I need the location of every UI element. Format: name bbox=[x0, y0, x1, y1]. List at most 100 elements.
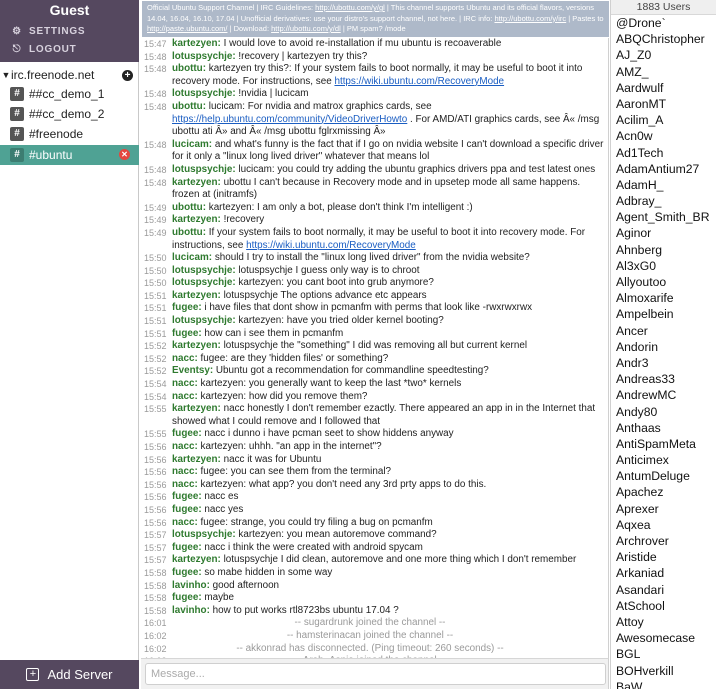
message-nick[interactable]: nacc: bbox=[172, 353, 198, 364]
user-item[interactable]: Acilim_A bbox=[611, 112, 716, 128]
message-nick[interactable]: nacc: bbox=[172, 517, 198, 528]
user-item[interactable]: AJ_Z0 bbox=[611, 47, 716, 63]
user-item[interactable]: AMZ_ bbox=[611, 64, 716, 80]
message-nick[interactable]: lucicam: bbox=[172, 252, 212, 263]
user-list[interactable]: 1883 Users @Drone` ABQChristopher AJ_Z0 AMZ… bbox=[610, 0, 716, 689]
user-item[interactable]: Anticimex bbox=[611, 452, 716, 468]
message-nick[interactable]: nacc: bbox=[172, 391, 198, 402]
message-nick[interactable]: lotuspsychje: bbox=[172, 51, 236, 62]
message-nick[interactable]: kartezyen: bbox=[172, 290, 221, 301]
user-item[interactable]: Archrover bbox=[611, 533, 716, 549]
user-item[interactable]: Almoxarife bbox=[611, 290, 716, 306]
message-input[interactable] bbox=[145, 663, 606, 685]
message-nick[interactable]: fugee: bbox=[172, 428, 202, 439]
message-nick[interactable]: lotuspsychje: bbox=[172, 164, 236, 175]
user-item[interactable]: AdamAntium27 bbox=[611, 161, 716, 177]
user-item[interactable]: Al3xG0 bbox=[611, 258, 716, 274]
user-item[interactable]: Andreas33 bbox=[611, 371, 716, 387]
message-nick[interactable]: fugee: bbox=[172, 302, 202, 313]
message-nick[interactable]: fugee: bbox=[172, 542, 202, 553]
add-server-button[interactable]: + Add Server bbox=[0, 660, 139, 689]
channel-item[interactable]: # #freenode bbox=[0, 124, 139, 144]
message-nick[interactable]: fugee: bbox=[172, 567, 202, 578]
message-nick[interactable]: lucicam: bbox=[172, 139, 212, 150]
message-nick[interactable]: lotuspsychje: bbox=[172, 277, 236, 288]
topic-link[interactable]: http://ubottu.com/y/irc bbox=[494, 14, 566, 23]
message-nick[interactable]: fugee: bbox=[172, 592, 202, 603]
message-nick[interactable]: kartezyen: bbox=[172, 177, 221, 188]
message-nick[interactable]: kartezyen: bbox=[172, 214, 221, 225]
message-nick[interactable]: kartezyen: bbox=[172, 554, 221, 565]
settings-button[interactable]: ⚙ SETTINGS bbox=[11, 26, 85, 37]
topic-link[interactable]: http://paste.ubuntu.com/ bbox=[147, 24, 227, 33]
user-item[interactable]: Aginor bbox=[611, 225, 716, 241]
user-item[interactable]: AntumDeluge bbox=[611, 468, 716, 484]
message-nick[interactable]: kartezyen: bbox=[172, 38, 221, 49]
channel-item[interactable]: # ##cc_demo_2 bbox=[0, 104, 139, 124]
topic-link[interactable]: http://ubottu.com/y/dl bbox=[271, 24, 341, 33]
user-item[interactable]: BOHverkill bbox=[611, 663, 716, 679]
user-item[interactable]: Apachez bbox=[611, 484, 716, 500]
user-item[interactable]: AaronMT bbox=[611, 96, 716, 112]
logout-button[interactable]: ⎋ LOGOUT bbox=[11, 44, 77, 55]
user-item[interactable]: Ad1Tech bbox=[611, 145, 716, 161]
message-nick[interactable]: ubottu: bbox=[172, 101, 206, 112]
message-nick[interactable]: lotuspsychje: bbox=[172, 315, 236, 326]
add-channel-icon[interactable]: + bbox=[122, 69, 133, 81]
message-link[interactable]: https://wiki.ubuntu.com/RecoveryMode bbox=[334, 76, 504, 87]
user-item[interactable]: Awesomecase bbox=[611, 630, 716, 646]
channel-item-active[interactable]: # #ubuntu ✕ bbox=[0, 145, 139, 165]
message-list[interactable]: 15:47 kartezyen: I would love to avoid re… bbox=[141, 38, 609, 658]
user-item[interactable]: Arkaniad bbox=[611, 565, 716, 581]
user-item[interactable]: Aardwulf bbox=[611, 80, 716, 96]
message-nick[interactable]: lavinho: bbox=[172, 580, 210, 591]
message-nick[interactable]: lotuspsychje: bbox=[172, 265, 236, 276]
user-item[interactable]: BGL bbox=[611, 646, 716, 662]
user-item[interactable]: Ampelbein bbox=[611, 306, 716, 322]
user-item[interactable]: ABQChristopher bbox=[611, 31, 716, 47]
user-item[interactable]: AntiSpamMeta bbox=[611, 436, 716, 452]
message-nick[interactable]: nacc: bbox=[172, 466, 198, 477]
message-nick[interactable]: fugee: bbox=[172, 491, 202, 502]
message-nick[interactable]: nacc: bbox=[172, 441, 198, 452]
user-item[interactable]: BaW bbox=[611, 679, 716, 689]
message-nick[interactable]: fugee: bbox=[172, 504, 202, 515]
user-item[interactable]: AndrewMC bbox=[611, 387, 716, 403]
message-nick[interactable]: ubottu: bbox=[172, 227, 206, 238]
topic-link[interactable]: http://ubottu.com/y/gl bbox=[315, 3, 385, 12]
message-link[interactable]: https://wiki.ubuntu.com/RecoveryMode bbox=[246, 240, 416, 251]
user-item[interactable]: Andy80 bbox=[611, 404, 716, 420]
message-nick[interactable]: nacc: bbox=[172, 378, 198, 389]
message-link[interactable]: https://help.ubuntu.com/community/VideoD… bbox=[172, 114, 407, 125]
message-nick[interactable]: ubottu: bbox=[172, 63, 206, 74]
close-channel-icon[interactable]: ✕ bbox=[119, 149, 130, 160]
user-item[interactable]: Ahnberg bbox=[611, 242, 716, 258]
user-item[interactable]: Allyoutoo bbox=[611, 274, 716, 290]
user-item[interactable]: Ancer bbox=[611, 323, 716, 339]
message-nick[interactable]: ubottu: bbox=[172, 202, 206, 213]
message-nick[interactable]: kartezyen: bbox=[172, 340, 221, 351]
user-item[interactable]: Attoy bbox=[611, 614, 716, 630]
user-item[interactable]: Anthaas bbox=[611, 420, 716, 436]
message-nick[interactable]: kartezyen: bbox=[172, 403, 221, 414]
message-nick[interactable]: Eventsy: bbox=[172, 365, 213, 376]
user-item[interactable]: Agent_Smith_BR bbox=[611, 209, 716, 225]
message-nick[interactable]: lotuspsychje: bbox=[172, 88, 236, 99]
user-item[interactable]: Andorin bbox=[611, 339, 716, 355]
message-nick[interactable]: lavinho: bbox=[172, 605, 210, 616]
user-item[interactable]: Aristide bbox=[611, 549, 716, 565]
user-item[interactable]: Asandari bbox=[611, 582, 716, 598]
message-nick[interactable]: fugee: bbox=[172, 328, 202, 339]
user-item[interactable]: Aqxea bbox=[611, 517, 716, 533]
user-item[interactable]: Aprexer bbox=[611, 501, 716, 517]
user-item[interactable]: Adbray_ bbox=[611, 193, 716, 209]
message-nick[interactable]: kartezyen: bbox=[172, 454, 221, 465]
user-item[interactable]: @Drone` bbox=[611, 15, 716, 31]
channel-item[interactable]: # ##cc_demo_1 bbox=[0, 84, 139, 104]
user-item[interactable]: Acn0w bbox=[611, 128, 716, 144]
user-item[interactable]: Andr3 bbox=[611, 355, 716, 371]
server-item[interactable]: ▼ irc.freenode.net + bbox=[0, 67, 139, 83]
message-nick[interactable]: nacc: bbox=[172, 479, 198, 490]
caret-down-icon[interactable]: ▼ bbox=[1, 70, 11, 80]
user-item[interactable]: AtSchool bbox=[611, 598, 716, 614]
